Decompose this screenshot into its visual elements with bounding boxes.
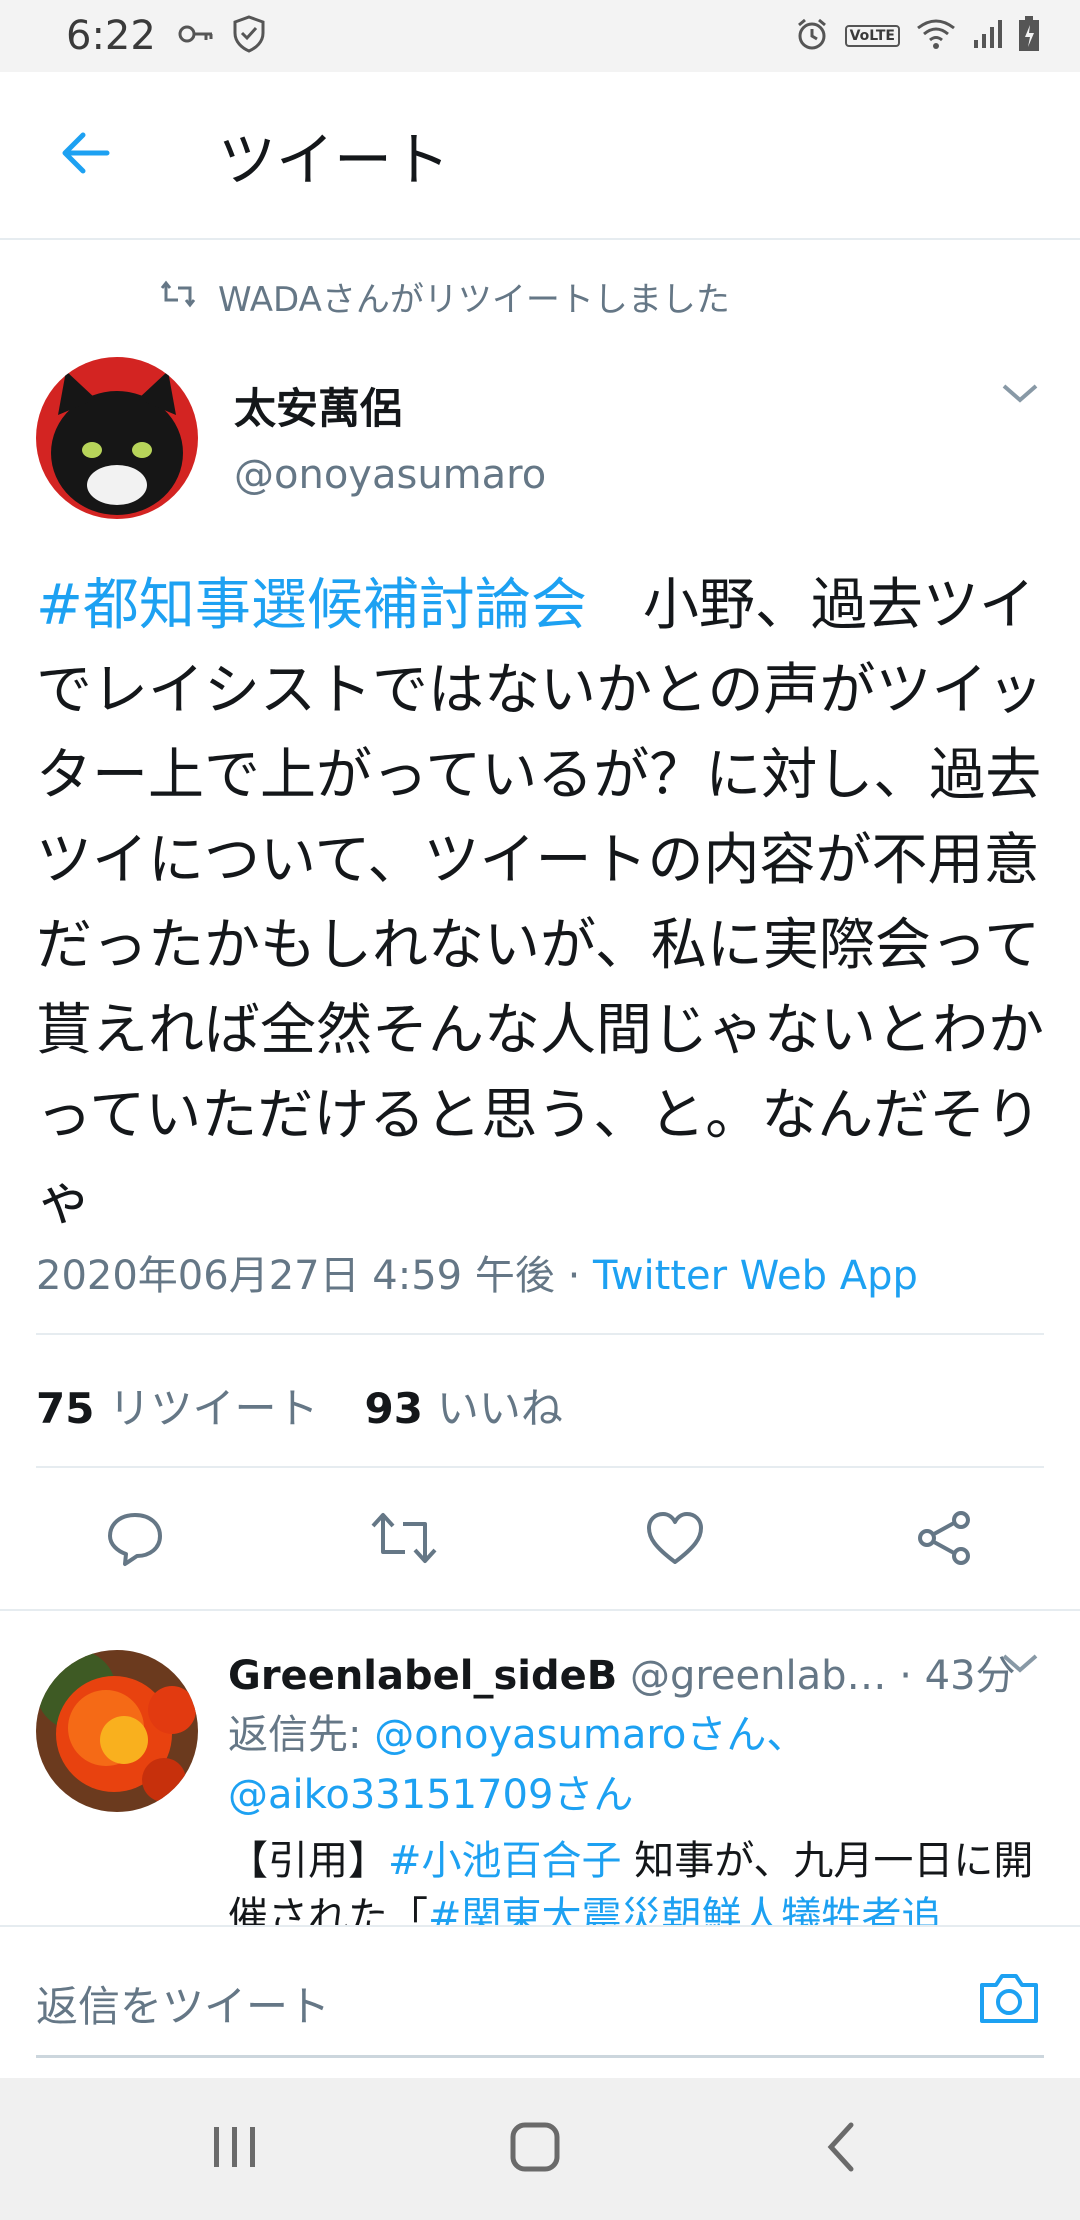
- back-button[interactable]: [40, 110, 130, 200]
- reply-author-name[interactable]: Greenlabel_sideB: [228, 1653, 617, 1699]
- battery-icon: [1018, 16, 1040, 56]
- author-name[interactable]: 太安萬侶: [234, 375, 402, 436]
- divider: [0, 1609, 1080, 1611]
- tweet-body: 小野、過去ツイでレイシストではないかとの声がツイッター上で上がっているが？に対し…: [36, 573, 1044, 1233]
- system-navigation-bar: [0, 2078, 1080, 2220]
- shield-icon: [232, 15, 266, 57]
- reply-author-handle[interactable]: @greenlab…: [630, 1653, 887, 1699]
- volte-badge: VoLTE: [844, 25, 900, 47]
- reply-composer: 返信をツイート: [0, 1925, 1080, 2078]
- retweet-count-label: リツイート: [108, 1384, 319, 1433]
- chevron-down-icon[interactable]: [1000, 1650, 1040, 1680]
- like-stat[interactable]: 93 いいね: [364, 1375, 562, 1436]
- back-nav-button[interactable]: [795, 2112, 885, 2186]
- reply-button[interactable]: [95, 1500, 175, 1580]
- reply-to-prefix: 返信先:: [228, 1712, 375, 1758]
- retweet-icon: [369, 1510, 439, 1570]
- reply-text: 【引用】#小池百合子 知事が、九月一日に開催された「#関東大震災朝鮮人犠牲者追: [228, 1833, 1048, 1925]
- divider: [36, 1333, 1044, 1335]
- reply-hashtag[interactable]: #小池百合子: [388, 1838, 622, 1884]
- tweet-stats: 75 リツイート 93 いいね: [36, 1375, 563, 1436]
- recent-apps-icon: [210, 2123, 260, 2175]
- like-count-label: いいね: [436, 1384, 563, 1433]
- heart-icon: [645, 1510, 705, 1570]
- reply-input[interactable]: 返信をツイート: [36, 1973, 330, 2034]
- wifi-icon: [916, 18, 956, 54]
- page-title: ツイート: [218, 126, 451, 194]
- recent-apps-button[interactable]: [190, 2112, 280, 2186]
- reply-hashtag[interactable]: #関東大震災朝鮮人犠牲者追: [428, 1894, 942, 1925]
- meta-separator: ·: [554, 1253, 594, 1299]
- reply-icon: [105, 1509, 165, 1571]
- share-icon: [915, 1508, 975, 1572]
- reply-author-avatar[interactable]: [36, 1650, 198, 1812]
- chevron-down-icon[interactable]: [1000, 380, 1040, 410]
- reply-to-user-link[interactable]: @aiko33151709さん: [228, 1772, 633, 1818]
- home-icon: [508, 2120, 562, 2178]
- retweet-icon: [160, 277, 196, 317]
- divider: [36, 1466, 1044, 1468]
- reply-to-user-link[interactable]: @onoyasumaroさん、: [374, 1712, 806, 1758]
- tweet-meta: 2020年06月27日 4:59 午後 · Twitter Web App: [36, 1243, 918, 1301]
- status-bar: 6:22 VoLTE: [0, 0, 1080, 72]
- retweet-count: 75: [36, 1384, 95, 1433]
- arrow-left-icon: [57, 129, 113, 181]
- reply-text-prefix: 【引用】: [228, 1838, 388, 1884]
- retweeted-by-note[interactable]: WADAさんがリツイートしました: [160, 272, 730, 321]
- home-button[interactable]: [490, 2112, 580, 2186]
- reply-to-line: 返信先: @onoyasumaroさん、 @aiko33151709さん: [228, 1705, 1048, 1825]
- key-icon: [178, 23, 214, 49]
- like-count: 93: [364, 1384, 423, 1433]
- signal-icon: [972, 18, 1002, 54]
- share-button[interactable]: [905, 1500, 985, 1580]
- reply-header: Greenlabel_sideB @greenlab… · 43分: [228, 1643, 1028, 1701]
- retweet-stat[interactable]: 75 リツイート: [36, 1375, 318, 1436]
- input-underline: [36, 2055, 1044, 2058]
- tweet-text: #都知事選候補討論会 小野、過去ツイでレイシストではないかとの声がツイッター上で…: [36, 563, 1046, 1243]
- camera-button[interactable]: [974, 1965, 1044, 2035]
- tweet-actions: [0, 1500, 1080, 1580]
- camera-icon: [978, 1971, 1040, 2029]
- tweet-timestamp: 2020年06月27日 4:59 午後: [36, 1253, 555, 1299]
- alarm-icon: [795, 17, 829, 55]
- reply-time: · 43分: [899, 1653, 1016, 1699]
- author-avatar[interactable]: [36, 357, 198, 519]
- like-button[interactable]: [635, 1500, 715, 1580]
- tweet-hashtag[interactable]: #都知事選候補討論会: [36, 573, 587, 638]
- tweet-client-link[interactable]: Twitter Web App: [593, 1253, 918, 1299]
- chevron-left-icon: [823, 2121, 857, 2177]
- top-app-bar: ツイート: [0, 72, 1080, 240]
- status-time: 6:22: [66, 13, 156, 59]
- retweet-button[interactable]: [364, 1500, 444, 1580]
- author-handle[interactable]: @onoyasumaro: [234, 452, 546, 498]
- retweeted-by-label: WADAさんがリツイートしました: [218, 280, 730, 320]
